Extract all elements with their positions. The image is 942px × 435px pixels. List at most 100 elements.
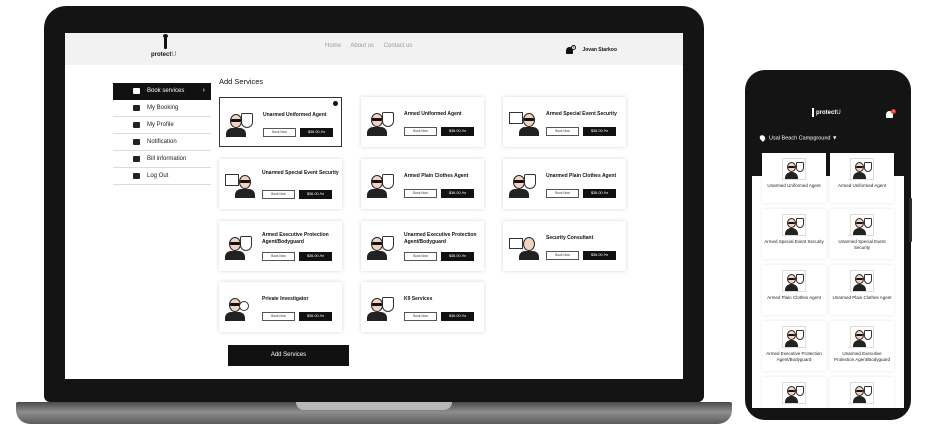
add-services-button[interactable]: Add Services	[228, 345, 349, 366]
phone-notification-bell-icon[interactable]: 2	[886, 109, 896, 118]
book-now-button[interactable]: Book Now	[404, 189, 437, 198]
price-tag: $36.00 /hr	[299, 312, 332, 321]
logo[interactable]: protectU	[151, 34, 181, 61]
sidebar-item-my-booking[interactable]: My Booking	[113, 100, 211, 117]
logo-text: protectU	[151, 51, 177, 58]
user-name[interactable]: Jovan Starkoo	[582, 47, 616, 53]
agent-shield-icon	[367, 108, 395, 136]
sidebar-item-my-profile[interactable]: My Profile	[113, 117, 211, 134]
top-header: protectU Home About us Contact us 2 Jova…	[65, 33, 683, 65]
phone-service-name: Unarmed Uniformed Agent	[767, 183, 821, 188]
consultant-screen-icon	[509, 232, 539, 260]
phone-logo[interactable]: protectU	[812, 108, 841, 117]
book-now-button[interactable]: Book Now	[262, 252, 295, 261]
phone-screen: protectU 2 Usal Beach Campground ▼ Unarm…	[752, 100, 904, 408]
service-card[interactable]: Unarmed Executive Protection Agent/Bodyg…	[361, 221, 484, 271]
book-now-button[interactable]: Book Now	[546, 251, 579, 260]
phone-service-card[interactable]: Unarmed Uniformed Agent	[762, 153, 826, 203]
logout-icon	[133, 173, 140, 179]
agent-shield-icon	[226, 109, 254, 137]
agent-shield-icon	[782, 270, 806, 292]
phone-service-card[interactable]: Armed Uniformed Agent	[830, 153, 894, 203]
nav-home[interactable]: Home	[325, 43, 341, 49]
agent-shield-icon	[782, 158, 806, 180]
service-card[interactable]: Unarmed Uniformed Agent Book Now $36.00 /…	[219, 97, 342, 147]
book-now-button[interactable]: Book Now	[546, 189, 579, 198]
agent-calendar-icon	[225, 170, 255, 198]
sidebar-item-label: My Profile	[147, 122, 174, 128]
sidebar-item-log-out[interactable]: Log Out	[113, 168, 211, 185]
price-tag: $36.00 /hr	[299, 252, 332, 261]
agent-shield-icon	[850, 270, 874, 292]
book-now-button[interactable]: Book Now	[262, 312, 295, 321]
service-card[interactable]: K9 Services Book Now $36.00 /hr	[361, 282, 484, 332]
service-card[interactable]: Unarmed Special Event Security Book Now $…	[219, 159, 342, 209]
location-label: Usal Beach Campground ▼	[769, 135, 838, 142]
phone-service-card[interactable]: Armed Plain Clothes Agent	[762, 265, 826, 315]
phone-service-card[interactable]: Armed Special Event Security	[762, 209, 826, 259]
investigator-magnifier-icon	[850, 382, 874, 404]
nav-about-us[interactable]: About us	[350, 43, 374, 49]
book-now-button[interactable]: Book Now	[404, 312, 437, 321]
grid-icon	[133, 88, 140, 94]
phone-service-name: Armed Executive Protection Agent/Bodygua…	[766, 351, 822, 362]
price-tag: $36.00 /hr	[583, 127, 616, 136]
nav-contact-us[interactable]: Contact us	[384, 43, 413, 49]
service-name: Armed Special Event Security	[546, 111, 617, 117]
laptop-notch	[296, 402, 452, 410]
service-card[interactable]: Security Consultant Book Now $36.00 /hr	[503, 221, 626, 271]
price-tag: $36.00 /hr	[441, 127, 474, 136]
user-area: 2 Jovan Starkoo	[565, 41, 617, 55]
service-name: Armed Uniformed Agent	[404, 111, 462, 117]
sidebar-item-label: Bill information	[147, 156, 187, 162]
phone-service-card[interactable]: Unarmed Executive Protection Agent/Bodyg…	[830, 321, 894, 371]
sidebar-item-book-services[interactable]: Book services ›	[113, 83, 211, 100]
consultant-screen-icon	[782, 382, 806, 404]
location-selector[interactable]: Usal Beach Campground ▼	[758, 134, 838, 142]
service-name: Armed Executive Protection Agent/Bodygua…	[262, 232, 329, 245]
phone-service-card[interactable]	[762, 377, 826, 408]
sidebar: Book services › My Booking My Profile No…	[113, 83, 211, 185]
agent-shield-icon	[367, 170, 395, 198]
price-tag: $36.00 /hr	[583, 251, 616, 260]
service-card[interactable]: Armed Executive Protection Agent/Bodygua…	[219, 221, 342, 271]
book-now-button[interactable]: Book Now	[404, 252, 437, 261]
phone-service-name: Armed Special Event Security	[764, 239, 824, 244]
price-tag: $36.00 /hr	[300, 128, 333, 137]
bill-icon	[133, 156, 140, 162]
investigator-magnifier-icon	[225, 293, 253, 321]
phone-service-name: Unarmed Executive Protection Agent/Bodyg…	[833, 351, 891, 362]
book-now-button[interactable]: Book Now	[404, 127, 437, 136]
phone-side-button	[909, 198, 912, 242]
sidebar-item-notification[interactable]: Notification	[113, 134, 211, 151]
notification-bell-icon[interactable]: 2	[565, 44, 576, 55]
service-card[interactable]: Armed Uniformed Agent Book Now $36.00 /hr	[361, 97, 484, 147]
agent-calendar-icon	[850, 214, 874, 236]
service-card[interactable]: Unarmed Plain Clothes Agent Book Now $36.…	[503, 159, 626, 209]
phone-service-card[interactable]	[830, 377, 894, 408]
sidebar-item-bill-information[interactable]: Bill information	[113, 151, 211, 168]
agent-shield-icon	[225, 232, 253, 260]
phone-service-card[interactable]: Unarmed Special Event Security	[830, 209, 894, 259]
book-now-button[interactable]: Book Now	[546, 127, 579, 136]
logo-icon	[812, 108, 814, 117]
book-now-button[interactable]: Book Now	[262, 190, 295, 199]
service-card[interactable]: Private Investigator Book Now $36.00 /hr	[219, 282, 342, 332]
service-card[interactable]: Armed Special Event Security Book Now $36…	[503, 97, 626, 147]
book-now-button[interactable]: Book Now	[263, 128, 296, 137]
agent-calendar-icon	[509, 108, 539, 136]
phone-service-card[interactable]: Unarmed Plain Clothes Agent	[830, 265, 894, 315]
top-nav: Home About us Contact us	[325, 43, 420, 49]
booking-icon	[133, 105, 140, 111]
price-tag: $36.00 /hr	[441, 252, 474, 261]
bell-icon	[133, 139, 140, 145]
service-card[interactable]: Armed Plain Clothes Agent Book Now $36.00…	[361, 159, 484, 209]
user-icon	[133, 122, 140, 128]
agent-shield-icon	[367, 232, 395, 260]
phone-service-name: Armed Uniformed Agent	[837, 183, 887, 188]
service-name: Unarmed Uniformed Agent	[263, 112, 327, 118]
phone-service-card[interactable]: Armed Executive Protection Agent/Bodygua…	[762, 321, 826, 371]
service-name: Private Investigator	[262, 296, 309, 302]
sidebar-item-label: Notification	[147, 139, 177, 145]
service-name: Unarmed Plain Clothes Agent	[546, 173, 617, 179]
